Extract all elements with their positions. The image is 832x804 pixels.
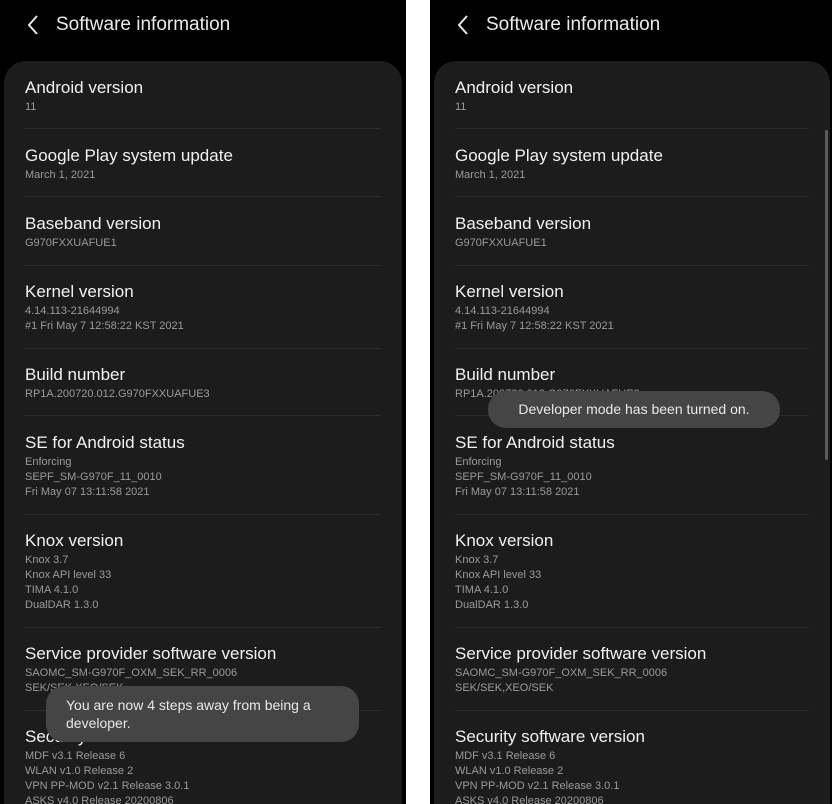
item-value: 4.14.113-21644994 — [25, 305, 120, 317]
item-value: Knox API level 33 — [455, 569, 542, 581]
item-value: Knox 3.7 — [455, 554, 499, 566]
item-value: March 1, 2021 — [455, 169, 526, 181]
divider — [25, 128, 381, 129]
item-title: SE for Android status — [455, 433, 615, 452]
item-title: Service provider software version — [25, 644, 277, 663]
item-value: DualDAR 1.3.0 — [25, 599, 99, 611]
divider — [455, 514, 809, 515]
divider — [25, 348, 381, 349]
item-title: Google Play system update — [25, 146, 233, 165]
top-app-bar: Software information — [0, 0, 406, 52]
item-title: Kernel version — [455, 282, 564, 301]
divider — [455, 627, 809, 628]
security-software-item[interactable]: Security software version MDF v3.1 Relea… — [455, 727, 809, 804]
item-title: Knox version — [455, 531, 554, 550]
item-value: 11 — [25, 101, 37, 113]
developer-mode-toast: Developer mode has been turned on. — [488, 391, 780, 428]
knox-version-item[interactable]: Knox version Knox 3.7 Knox API level 33 … — [455, 531, 809, 613]
top-app-bar: Software information — [430, 0, 832, 52]
se-android-status-item[interactable]: SE for Android status Enforcing SEPF_SM-… — [455, 433, 809, 500]
item-value: VPN PP-MOD v2.1 Release 3.0.1 — [455, 780, 620, 792]
item-value: G970FXXUAFUE1 — [455, 237, 547, 249]
google-play-update-item[interactable]: Google Play system update March 1, 2021 — [455, 146, 809, 183]
item-title: Android version — [455, 78, 574, 97]
divider — [25, 196, 381, 197]
baseband-version-item[interactable]: Baseband version G970FXXUAFUE1 — [455, 214, 809, 251]
item-value: TIMA 4.1.0 — [455, 584, 509, 596]
divider — [455, 710, 809, 711]
item-title: Service provider software version — [455, 644, 707, 663]
item-value: SEPF_SM-G970F_11_0010 — [455, 471, 592, 483]
item-value: ASKS v4.0 Release 20200806 — [455, 795, 604, 804]
item-value: WLAN v1.0 Release 2 — [455, 765, 564, 777]
divider — [25, 415, 381, 416]
knox-version-item[interactable]: Knox version Knox 3.7 Knox API level 33 … — [25, 531, 381, 613]
item-value: 4.14.113-21644994 — [455, 305, 550, 317]
se-android-status-item[interactable]: SE for Android status Enforcing SEPF_SM-… — [25, 433, 381, 500]
item-value: #1 Fri May 7 12:58:22 KST 2021 — [25, 320, 184, 332]
item-value: RP1A.200720.012.G970FXXUAFUE3 — [25, 388, 210, 400]
item-value: WLAN v1.0 Release 2 — [25, 765, 134, 777]
scrollbar[interactable] — [825, 130, 828, 460]
item-value: VPN PP-MOD v2.1 Release 3.0.1 — [25, 780, 190, 792]
chevron-left-icon — [26, 14, 40, 41]
item-value: #1 Fri May 7 12:58:22 KST 2021 — [455, 320, 614, 332]
item-value: SEK/SEK,XEO/SEK — [455, 682, 554, 694]
item-value: Enforcing — [455, 456, 502, 468]
settings-card: Android version 11 Google Play system up… — [434, 61, 830, 804]
item-value: DualDAR 1.3.0 — [455, 599, 529, 611]
item-value: Fri May 07 13:11:58 2021 — [455, 486, 580, 498]
item-title: Security software version — [455, 727, 645, 746]
screen-right: Software information Android version 11 … — [430, 0, 832, 804]
service-provider-item[interactable]: Service provider software version SAOMC_… — [455, 644, 809, 696]
item-value: Enforcing — [25, 456, 72, 468]
divider — [455, 196, 809, 197]
google-play-update-item[interactable]: Google Play system update March 1, 2021 — [25, 146, 381, 183]
back-button[interactable] — [18, 12, 48, 42]
divider — [25, 514, 381, 515]
developer-steps-toast: You are now 4 steps away from being a de… — [46, 686, 359, 742]
item-value: March 1, 2021 — [25, 169, 96, 181]
item-value: SEPF_SM-G970F_11_0010 — [25, 471, 162, 483]
item-title: Build number — [455, 365, 556, 384]
item-title: Baseband version — [455, 214, 592, 233]
item-title: Google Play system update — [455, 146, 663, 165]
item-value: TIMA 4.1.0 — [25, 584, 79, 596]
item-value: Knox 3.7 — [25, 554, 69, 566]
item-value: MDF v3.1 Release 6 — [455, 750, 556, 762]
item-title: Android version — [25, 78, 144, 97]
android-version-item[interactable]: Android version 11 — [455, 78, 809, 115]
item-value: 11 — [455, 101, 467, 113]
item-value: Fri May 07 13:11:58 2021 — [25, 486, 150, 498]
divider — [455, 348, 809, 349]
divider — [25, 627, 381, 628]
item-title: SE for Android status — [25, 433, 185, 452]
page-title: Software information — [56, 14, 231, 35]
item-value: MDF v3.1 Release 6 — [25, 750, 126, 762]
item-value: G970FXXUAFUE1 — [25, 237, 117, 249]
build-number-item[interactable]: Build number RP1A.200720.012.G970FXXUAFU… — [25, 365, 381, 402]
back-button[interactable] — [448, 12, 478, 42]
item-value: SAOMC_SM-G970F_OXM_SEK_RR_0006 — [25, 667, 238, 679]
screen-left: Software information Android version 11 … — [0, 0, 406, 804]
kernel-version-item[interactable]: Kernel version 4.14.113-21644994 #1 Fri … — [25, 282, 381, 334]
item-title: Baseband version — [25, 214, 162, 233]
kernel-version-item[interactable]: Kernel version 4.14.113-21644994 #1 Fri … — [455, 282, 809, 334]
item-title: Build number — [25, 365, 126, 384]
item-title: Kernel version — [25, 282, 134, 301]
item-value: Knox API level 33 — [25, 569, 112, 581]
divider — [25, 265, 381, 266]
page-title: Software information — [486, 14, 661, 35]
android-version-item[interactable]: Android version 11 — [25, 78, 381, 115]
divider — [455, 265, 809, 266]
item-value: SAOMC_SM-G970F_OXM_SEK_RR_0006 — [455, 667, 668, 679]
chevron-left-icon — [456, 14, 470, 41]
item-title: Knox version — [25, 531, 124, 550]
divider — [455, 128, 809, 129]
baseband-version-item[interactable]: Baseband version G970FXXUAFUE1 — [25, 214, 381, 251]
item-value: ASKS v4.0 Release 20200806 — [25, 795, 174, 804]
